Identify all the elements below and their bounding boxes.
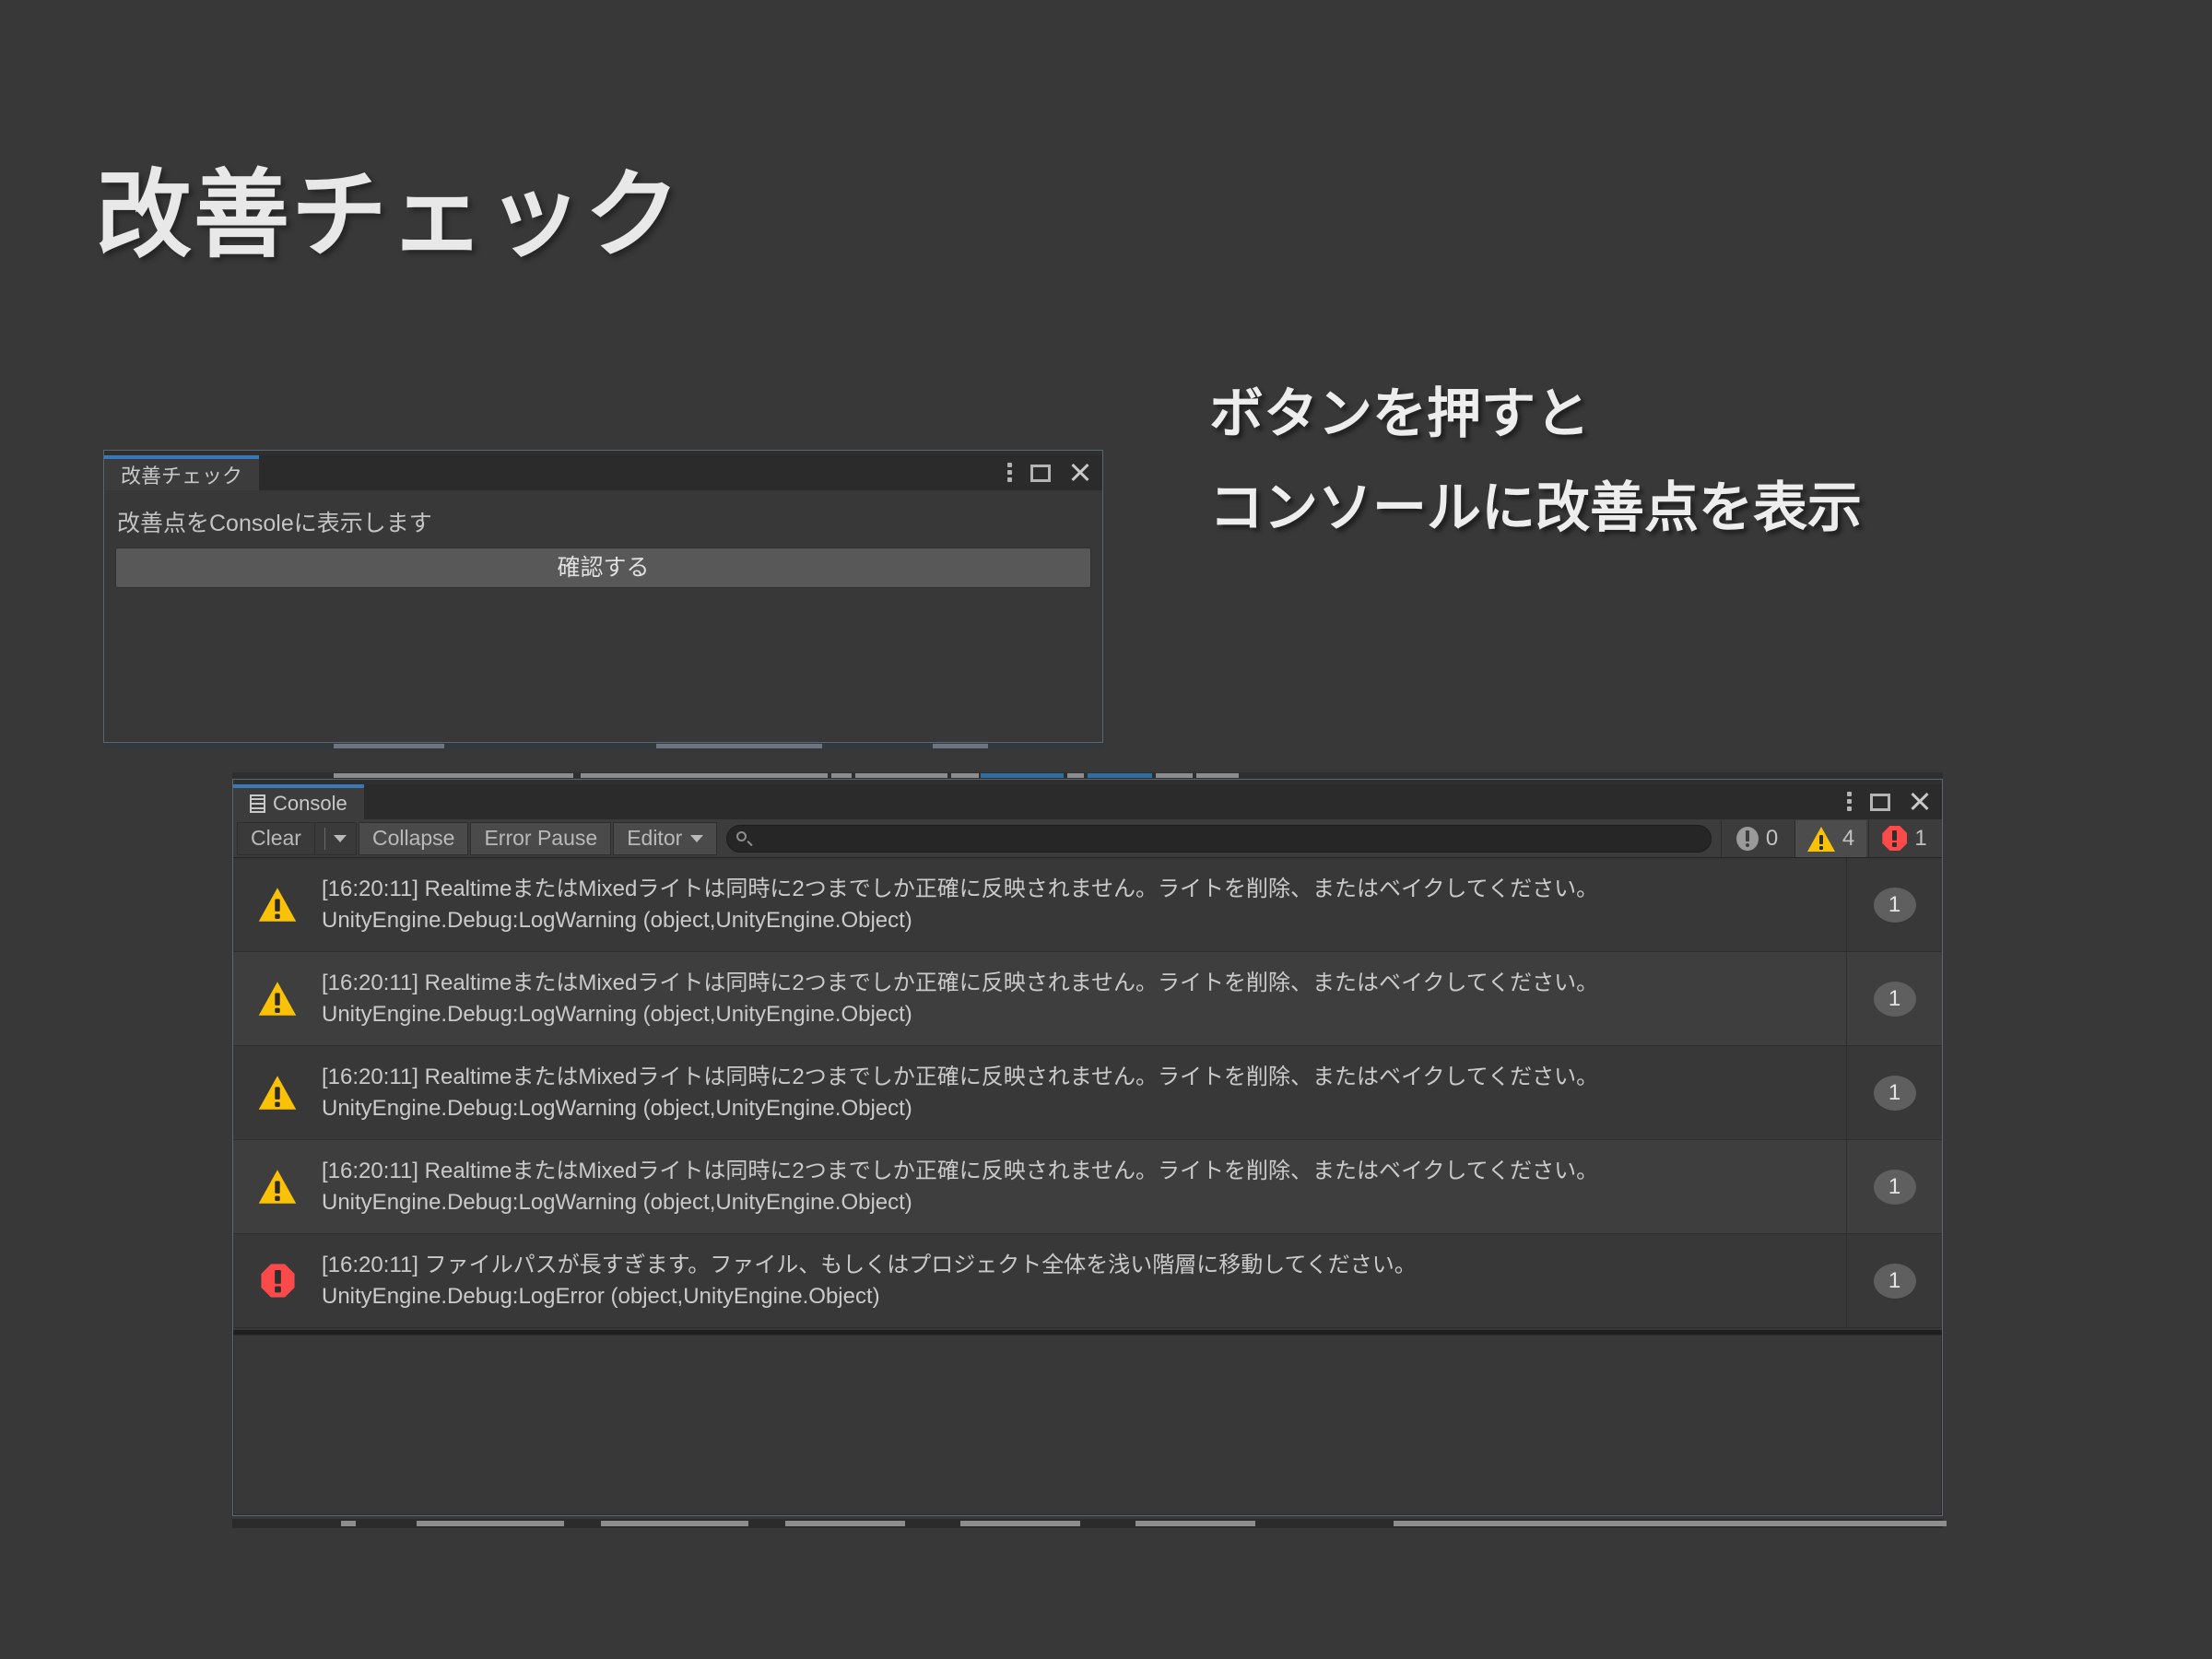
warning-icon-cell (1806, 826, 1835, 852)
status-badge: 1 (1873, 981, 1916, 1017)
status-badge: 1 (1873, 887, 1916, 923)
status-badge: 1 (1873, 1169, 1916, 1205)
log-list[interactable]: [16:20:11] RealtimeまたはMixedライトは同時に2つまでしか… (233, 858, 1942, 1330)
log-message-line: [16:20:11] RealtimeまたはMixedライトは同時に2つまでしか… (322, 1065, 1599, 1090)
collapse-button[interactable]: Collapse (358, 821, 469, 855)
log-stack-line: UnityEngine.Debug:LogWarning (object,Uni… (322, 907, 912, 933)
log-message: [16:20:11] ファイルパスが長すぎます。ファイル、もしくはプロジェクト全… (322, 1250, 1846, 1311)
annotation-group: ボタンを押すと コンソールに改善点を表示 (1209, 387, 2094, 535)
tab-label: 改善チェック (121, 465, 243, 488)
log-count-cell: 1 (1846, 1234, 1942, 1327)
log-stack-line: UnityEngine.Debug:LogWarning (object,Uni… (322, 1095, 912, 1121)
log-message: [16:20:11] RealtimeまたはMixedライトは同時に2つまでしか… (322, 874, 1846, 935)
table-row[interactable]: [16:20:11] RealtimeまたはMixedライトは同時に2つまでしか… (233, 1140, 1942, 1234)
table-row[interactable]: [16:20:11] ファイルパスが長すぎます。ファイル、もしくはプロジェクト全… (233, 1234, 1942, 1328)
editor-dropdown-button[interactable]: Editor (613, 821, 718, 855)
error-pause-button[interactable]: Error Pause (470, 821, 612, 855)
check-window-tabbar: 改善チェック (104, 455, 1102, 490)
log-stack-line: UnityEngine.Debug:LogError (object,Unity… (322, 1283, 880, 1309)
maximize-icon[interactable] (1030, 464, 1051, 482)
log-stack-line: UnityEngine.Debug:LogWarning (object,Uni… (322, 1189, 912, 1215)
log-message: [16:20:11] RealtimeまたはMixedライトは同時に2つまでしか… (322, 1062, 1846, 1123)
log-detail-pane[interactable] (233, 1335, 1942, 1515)
editor-label: Editor (627, 826, 683, 850)
annotation-line-2: コンソールに改善点を表示 (1209, 477, 1863, 538)
warning-icon (258, 1170, 297, 1204)
info-count: 0 (1765, 825, 1779, 851)
page-title: 改善チェック (96, 162, 683, 269)
log-message: [16:20:11] RealtimeまたはMixedライトは同時に2つまでしか… (322, 968, 1846, 1029)
search-input-wrapper (726, 824, 1712, 853)
close-icon[interactable] (1909, 792, 1929, 812)
check-window-bottom-strip (103, 743, 1103, 750)
table-row[interactable]: [16:20:11] RealtimeまたはMixedライトは同時に2つまでしか… (233, 1046, 1942, 1140)
log-type-cell (233, 1076, 322, 1110)
kebab-menu-icon[interactable] (1847, 792, 1852, 812)
log-count-cell: 1 (1846, 1140, 1942, 1233)
clear-button-group: Clear (237, 821, 357, 855)
confirm-button[interactable]: 確認する (115, 547, 1091, 588)
warning-icon (258, 1076, 297, 1110)
status-badge: 1 (1873, 1263, 1916, 1299)
console-toolbar: Clear Collapse Error Pause Editor 0 4 1 (233, 819, 1942, 858)
error-icon (1882, 826, 1908, 851)
tab-kaizen-check[interactable]: 改善チェック (104, 455, 260, 490)
console-window-controls (1847, 784, 1929, 819)
info-icon (1735, 826, 1759, 851)
clear-dropdown-button[interactable] (313, 821, 357, 855)
editor-toolbar-strip (232, 772, 1943, 779)
status-badge: 1 (1873, 1075, 1916, 1111)
check-tool-window: 改善チェック 改善点をConsoleに表示します 確認する (103, 450, 1103, 743)
table-row[interactable]: [16:20:11] RealtimeまたはMixedライトは同時に2つまでしか… (233, 858, 1942, 952)
chevron-down-icon (690, 834, 704, 842)
log-count-cell: 1 (1846, 1046, 1942, 1139)
table-row[interactable]: [16:20:11] RealtimeまたはMixedライトは同時に2つまでしか… (233, 952, 1942, 1046)
log-stack-line: UnityEngine.Debug:LogWarning (object,Uni… (322, 1001, 912, 1027)
kebab-menu-icon[interactable] (1007, 463, 1012, 483)
check-description: 改善点をConsoleに表示します (117, 511, 432, 536)
console-window: Console Clear Collapse Error Pause Edito… (232, 779, 1943, 1516)
search-input[interactable] (726, 824, 1712, 853)
check-window-body: 改善点をConsoleに表示します 確認する (104, 490, 1102, 588)
log-count-cell: 1 (1846, 952, 1942, 1045)
error-counter[interactable]: 1 (1868, 819, 1940, 857)
maximize-icon[interactable] (1870, 793, 1890, 811)
warning-icon (258, 982, 297, 1016)
info-counter[interactable]: 0 (1721, 819, 1793, 857)
warning-icon (258, 888, 297, 922)
search-icon (736, 830, 747, 841)
log-type-cell (233, 1264, 322, 1298)
check-window-controls (1007, 455, 1089, 490)
warning-icon (1806, 826, 1835, 852)
annotation-line-1: ボタンを押すと (1209, 383, 1591, 444)
error-icon (260, 1264, 295, 1298)
log-type-cell (233, 982, 322, 1016)
log-message: [16:20:11] RealtimeまたはMixedライトは同時に2つまでしか… (322, 1156, 1846, 1217)
close-icon[interactable] (1069, 463, 1089, 483)
log-message-line: [16:20:11] RealtimeまたはMixedライトは同時に2つまでしか… (322, 877, 1599, 902)
error-count: 1 (1914, 825, 1927, 851)
warning-count: 4 (1841, 825, 1855, 851)
console-search-area (719, 822, 1719, 855)
divider (324, 827, 325, 850)
status-bar-strip (232, 1519, 1947, 1528)
clear-button[interactable]: Clear (237, 821, 314, 855)
console-log-icon (250, 794, 265, 813)
log-message-line: [16:20:11] RealtimeまたはMixedライトは同時に2つまでしか… (322, 971, 1599, 996)
log-message-line: [16:20:11] ファイルパスが長すぎます。ファイル、もしくはプロジェクト全… (322, 1253, 1417, 1278)
log-type-cell (233, 888, 322, 922)
warning-counter[interactable]: 4 (1794, 819, 1866, 857)
log-count-cell: 1 (1846, 858, 1942, 951)
tab-console[interactable]: Console (233, 784, 364, 819)
chevron-down-icon (333, 834, 347, 842)
log-message-line: [16:20:11] RealtimeまたはMixedライトは同時に2つまでしか… (322, 1159, 1599, 1184)
log-type-cell (233, 1170, 322, 1204)
tab-label: Console (273, 792, 347, 815)
console-tabbar: Console (233, 784, 1942, 819)
